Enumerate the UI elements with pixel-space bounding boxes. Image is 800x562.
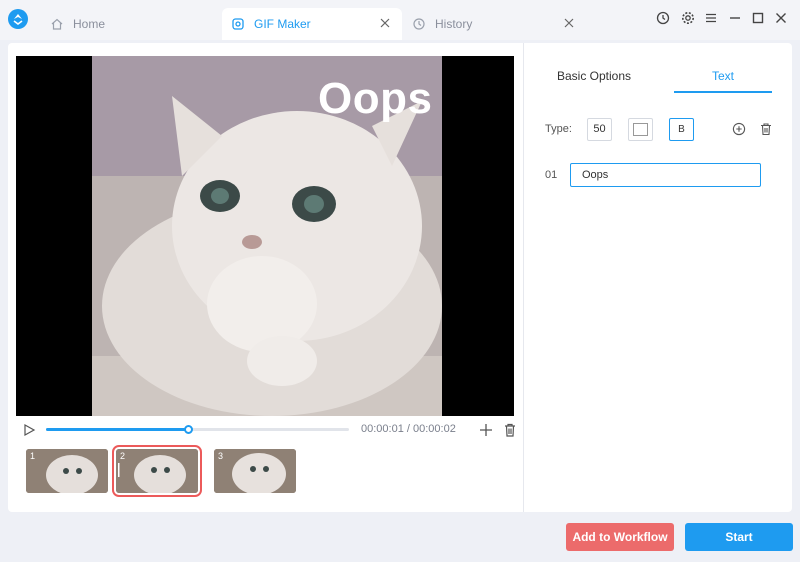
color-swatch [633, 123, 648, 136]
text-style-row: Type: 50 B [545, 117, 785, 143]
font-size-input[interactable]: 50 [587, 118, 612, 141]
add-text-icon[interactable] [732, 122, 746, 136]
type-label: Type: [545, 123, 572, 135]
text-item-row: 01 [545, 163, 785, 189]
history-icon [413, 18, 425, 30]
tab-home[interactable]: Home [50, 8, 220, 40]
add-frame-icon[interactable] [478, 422, 494, 438]
tab-gif-maker[interactable]: GIF Maker [222, 8, 402, 40]
minimize-icon[interactable] [727, 10, 743, 26]
frame-thumbnail[interactable]: 1 [26, 449, 108, 493]
player-controls: 00:00:01 / 00:00:02 [16, 419, 516, 443]
video-preview: Oops [16, 56, 514, 416]
frame-thumbnail[interactable]: 2 [112, 445, 202, 497]
overlay-text[interactable]: Oops [318, 74, 432, 124]
menu-icon[interactable] [703, 10, 719, 26]
options-panel: Basic Options Text Type: 50 B 01 [523, 43, 792, 512]
frame-number: 3 [218, 451, 224, 461]
editor-panel: Oops 00:00:01 / 00:00:02 1 2 3 [8, 43, 523, 512]
frame-thumbnail[interactable]: 3 [214, 449, 296, 493]
maximize-icon[interactable] [750, 10, 766, 26]
close-icon[interactable] [773, 10, 789, 26]
start-button[interactable]: Start [685, 523, 793, 551]
tab-gif-maker-label: GIF Maker [254, 17, 311, 31]
play-icon[interactable] [22, 423, 36, 437]
gear-icon[interactable] [680, 10, 696, 26]
seek-progress [46, 428, 189, 431]
text-item-number: 01 [545, 169, 558, 181]
tab-history[interactable]: History [412, 8, 582, 40]
text-item-input[interactable] [570, 163, 761, 187]
app-logo-icon [8, 9, 28, 29]
frame-strip: 1 2 3 [24, 445, 324, 497]
tab-history-label: History [435, 17, 473, 31]
add-to-workflow-button[interactable]: Add to Workflow [566, 523, 674, 551]
tab-text[interactable]: Text [674, 65, 772, 93]
gif-maker-icon [232, 18, 244, 30]
home-icon [51, 18, 63, 30]
options-tabs: Basic Options Text [524, 65, 793, 95]
frame-number: 1 [30, 451, 36, 461]
tab-bar: Home GIF Maker History [0, 0, 800, 40]
close-tab-icon[interactable] [378, 16, 392, 30]
time-readout: 00:00:01 / 00:00:02 [361, 423, 456, 435]
tab-basic-options[interactable]: Basic Options [544, 65, 644, 93]
seek-bar[interactable] [46, 425, 349, 434]
tab-home-label: Home [73, 17, 106, 31]
delete-text-icon[interactable] [759, 122, 773, 136]
bold-toggle[interactable]: B [669, 118, 694, 141]
seek-handle[interactable] [184, 425, 194, 434]
frame-number: 2 [120, 451, 126, 461]
delete-frame-icon[interactable] [502, 422, 518, 438]
font-color-picker[interactable] [628, 118, 653, 141]
clock-icon[interactable] [655, 10, 671, 26]
close-tab-icon[interactable] [562, 16, 576, 30]
